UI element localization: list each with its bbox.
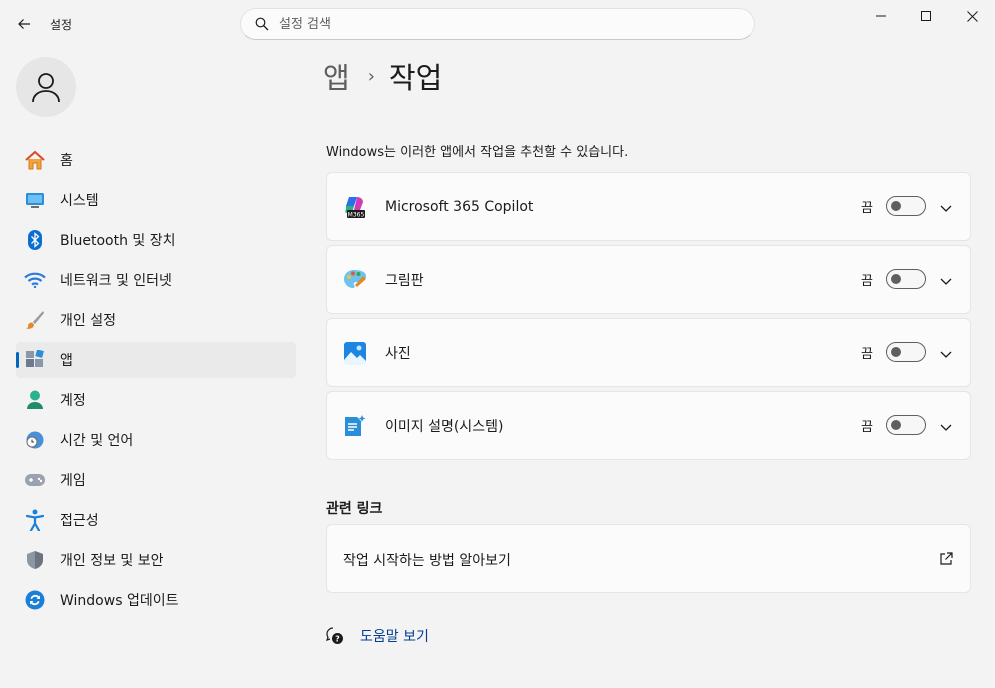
breadcrumb-separator: › <box>367 65 375 87</box>
page-title: 작업 <box>388 61 443 95</box>
sidebar-item-bluetooth[interactable]: Bluetooth 및 장치 <box>16 222 296 258</box>
shield-icon <box>24 549 46 571</box>
sidebar-item-label: 개인 설정 <box>60 313 116 329</box>
action-card-m365-copilot[interactable]: M365 Microsoft 365 Copilot 끔 <box>326 172 971 241</box>
svg-text:M365: M365 <box>348 212 365 219</box>
m365-copilot-icon: M365 <box>343 195 367 219</box>
sidebar-item-label: Bluetooth 및 장치 <box>60 233 176 249</box>
search-box[interactable] <box>240 8 755 40</box>
sidebar-item-home[interactable]: 홈 <box>16 142 296 178</box>
minimize-button[interactable] <box>858 0 904 32</box>
external-link-icon <box>940 552 953 565</box>
sidebar-item-label: 게임 <box>60 473 86 489</box>
sidebar-item-accessibility[interactable]: 접근성 <box>16 502 296 538</box>
sidebar-item-network[interactable]: 네트워크 및 인터넷 <box>16 262 296 298</box>
action-label: Microsoft 365 Copilot <box>385 198 534 215</box>
sidebar-item-label: 앱 <box>60 353 73 369</box>
wifi-icon <box>24 269 46 291</box>
action-card-photos[interactable]: 사진 끔 <box>326 318 971 387</box>
sidebar-item-accounts[interactable]: 계정 <box>16 382 296 418</box>
breadcrumb-parent[interactable]: 앱 <box>323 55 350 97</box>
toggle-state-label: 끔 <box>861 274 873 289</box>
toggle-state-label: 끔 <box>861 420 873 435</box>
intro-text: Windows는 이러한 앱에서 작업을 추천할 수 있습니다. <box>326 145 629 160</box>
related-link-label: 작업 시작하는 방법 알아보기 <box>343 553 511 569</box>
related-links-title: 관련 링크 <box>326 501 383 517</box>
sidebar-item-label: 홈 <box>60 153 73 169</box>
nav-list: 홈 시스템 Bluetooth 및 장치 네트워크 및 인터넷 개인 설정 앱 … <box>16 142 296 622</box>
system-icon <box>24 189 46 211</box>
back-button[interactable] <box>10 10 38 38</box>
close-button[interactable] <box>949 0 995 32</box>
user-icon <box>32 73 60 103</box>
svg-text:?: ? <box>335 635 340 644</box>
minimize-icon <box>876 15 886 17</box>
sidebar-item-gaming[interactable]: 게임 <box>16 462 296 498</box>
title-bar: 설정 <box>0 0 995 46</box>
home-icon <box>24 149 46 171</box>
sidebar-item-label: 네트워크 및 인터넷 <box>60 273 172 289</box>
chevron-down-icon[interactable] <box>938 200 954 216</box>
related-link-card[interactable]: 작업 시작하는 방법 알아보기 <box>326 524 971 593</box>
sidebar-item-label: 개인 정보 및 보안 <box>60 553 164 569</box>
sidebar-item-apps[interactable]: 앱 <box>16 342 296 378</box>
breadcrumb: 앱 › 작업 <box>323 55 442 97</box>
accessibility-icon <box>24 509 46 531</box>
back-arrow-icon <box>18 19 30 29</box>
account-icon <box>24 389 46 411</box>
sidebar: 홈 시스템 Bluetooth 및 장치 네트워크 및 인터넷 개인 설정 앱 … <box>0 46 310 688</box>
image-description-icon <box>343 414 367 438</box>
sidebar-item-label: 계정 <box>60 393 86 409</box>
sidebar-item-system[interactable]: 시스템 <box>16 182 296 218</box>
action-label: 그림판 <box>385 272 424 289</box>
help-label: 도움말 보기 <box>360 629 429 645</box>
avatar[interactable] <box>16 57 76 117</box>
sidebar-item-time-language[interactable]: 시간 및 언어 <box>16 422 296 458</box>
action-label: 이미지 설명(시스템) <box>385 418 504 435</box>
action-toggle[interactable] <box>886 342 926 362</box>
sidebar-item-label: 시스템 <box>60 193 99 209</box>
paint-icon <box>343 268 367 292</box>
toggle-state-label: 끔 <box>861 201 873 216</box>
sidebar-item-label: 접근성 <box>60 513 99 529</box>
photos-icon <box>343 341 367 365</box>
sidebar-item-label: Windows 업데이트 <box>60 593 179 609</box>
action-card-paint[interactable]: 그림판 끔 <box>326 245 971 314</box>
help-icon: ? <box>326 627 343 644</box>
gamepad-icon <box>24 469 46 491</box>
maximize-icon <box>921 11 931 21</box>
action-toggle[interactable] <box>886 415 926 435</box>
action-toggle[interactable] <box>886 269 926 289</box>
windows-update-icon <box>24 589 46 611</box>
apps-icon <box>24 349 46 371</box>
sidebar-item-windows-update[interactable]: Windows 업데이트 <box>16 582 296 618</box>
sidebar-item-label: 시간 및 언어 <box>60 433 134 449</box>
chevron-down-icon[interactable] <box>938 419 954 435</box>
sidebar-item-privacy[interactable]: 개인 정보 및 보안 <box>16 542 296 578</box>
search-icon <box>255 17 269 31</box>
bluetooth-icon <box>24 229 46 251</box>
chevron-down-icon[interactable] <box>938 273 954 289</box>
toggle-state-label: 끔 <box>861 347 873 362</box>
sidebar-item-personalization[interactable]: 개인 설정 <box>16 302 296 338</box>
close-icon <box>966 10 978 22</box>
action-label: 사진 <box>385 345 411 362</box>
help-link[interactable]: ? 도움말 보기 <box>326 626 429 646</box>
chevron-down-icon[interactable] <box>938 346 954 362</box>
search-input[interactable] <box>279 16 719 32</box>
brush-icon <box>24 309 46 331</box>
clock-globe-icon <box>24 429 46 451</box>
app-title: 설정 <box>50 18 73 32</box>
action-card-image-description[interactable]: 이미지 설명(시스템) 끔 <box>326 391 971 460</box>
action-toggle[interactable] <box>886 196 926 216</box>
maximize-button[interactable] <box>903 0 949 32</box>
